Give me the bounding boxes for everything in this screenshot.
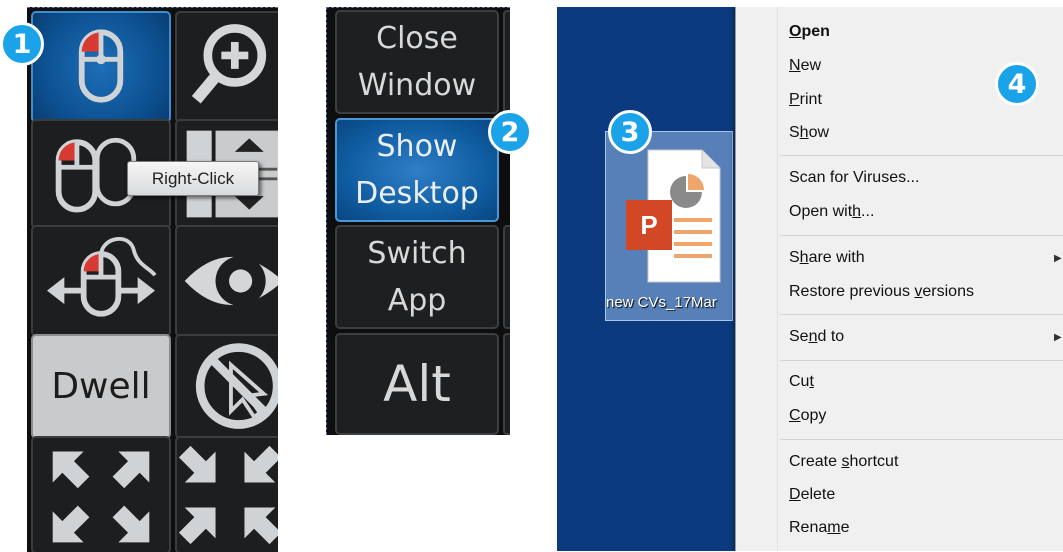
eye-icon [184, 255, 278, 307]
disable-cursor-icon [195, 343, 278, 429]
switch-app-line1: Switch [367, 236, 467, 271]
menu-separator [780, 360, 1063, 361]
menu-item-create-shortcut[interactable]: Create shortcut [789, 453, 898, 471]
menu-item-restore[interactable]: Restore previous versions [789, 283, 974, 301]
menu-item-open-with[interactable]: Open with... [789, 203, 874, 221]
callout-badge-4: 4 [995, 62, 1039, 106]
menu-separator [780, 314, 1063, 315]
menu-gutter [777, 7, 778, 551]
powerpoint-file-icon: P [626, 149, 721, 283]
show-desktop-line2: Desktop [355, 176, 479, 211]
submenu-arrow-icon: ▶ [1054, 332, 1062, 343]
callout-badge-3: 3 [608, 110, 652, 154]
close-window-line2: Window [357, 68, 477, 103]
eye-gaze-button[interactable] [175, 225, 278, 337]
mouse-toolbar-panel: Right-Click Dwell [27, 7, 278, 552]
menu-item-delete[interactable]: Delete [789, 486, 835, 504]
drag-mouse-icon [47, 237, 157, 317]
show-desktop-button[interactable]: Show Desktop [335, 118, 499, 222]
button-column-panel: Close Window Show Desktop Switch App Alt [326, 7, 510, 435]
alt-key-button[interactable]: Alt [335, 333, 499, 435]
switch-app-button[interactable]: Switch App [335, 225, 499, 329]
left-click-mouse-icon [78, 29, 124, 103]
left-click-button[interactable] [31, 11, 171, 123]
alt-key-label: Alt [383, 354, 451, 413]
menu-separator [780, 235, 1063, 236]
right-click-tooltip: Right-Click [127, 161, 259, 196]
switch-app-line2: App [387, 283, 447, 318]
dwell-label: Dwell [51, 366, 151, 407]
disable-cursor-button[interactable] [175, 334, 278, 439]
close-window-button[interactable]: Close Window [335, 10, 499, 114]
show-desktop-line1: Show [376, 129, 458, 164]
submenu-arrow-icon: ▶ [1054, 253, 1062, 264]
menu-item-cut[interactable]: Cut [789, 373, 814, 391]
dwell-button[interactable]: Dwell [31, 334, 171, 439]
menu-item-scan[interactable]: Scan for Viruses... [789, 169, 919, 187]
drag-button[interactable] [31, 225, 171, 337]
menu-separator [780, 439, 1063, 440]
menu-item-print[interactable]: Print [789, 91, 822, 109]
adjacent-button-edge [503, 10, 510, 114]
zoom-button[interactable] [175, 11, 278, 123]
callout-badge-2: 2 [488, 110, 532, 154]
expand-arrows-icon [52, 451, 150, 543]
adjacent-button-edge [503, 333, 510, 435]
zoom-in-icon [191, 24, 267, 104]
expand-arrows-icon [178, 445, 278, 545]
menu-item-send-to[interactable]: Send to [789, 328, 844, 346]
shrink-button[interactable] [175, 436, 278, 552]
menu-separator [780, 155, 1063, 156]
desktop-file-icon[interactable]: P new CVs_17Mar [605, 131, 733, 321]
menu-item-rename[interactable]: Rename [789, 519, 849, 537]
menu-item-open[interactable]: Open [789, 23, 830, 41]
callout-badge-1: 1 [0, 22, 44, 66]
svg-text:P: P [640, 210, 657, 240]
file-name-label: new CVs_17Mar [606, 294, 717, 311]
menu-item-copy[interactable]: Copy [789, 407, 826, 425]
adjacent-button-edge [503, 225, 510, 329]
desktop-panel: P new CVs_17Mar Open New Print Show Scan… [557, 7, 1063, 551]
menu-item-share-with[interactable]: Share with [789, 249, 865, 267]
close-window-line1: Close [376, 21, 458, 56]
menu-item-show[interactable]: Show [789, 124, 829, 142]
menu-item-new[interactable]: New [789, 57, 821, 75]
expand-button[interactable] [31, 436, 171, 552]
